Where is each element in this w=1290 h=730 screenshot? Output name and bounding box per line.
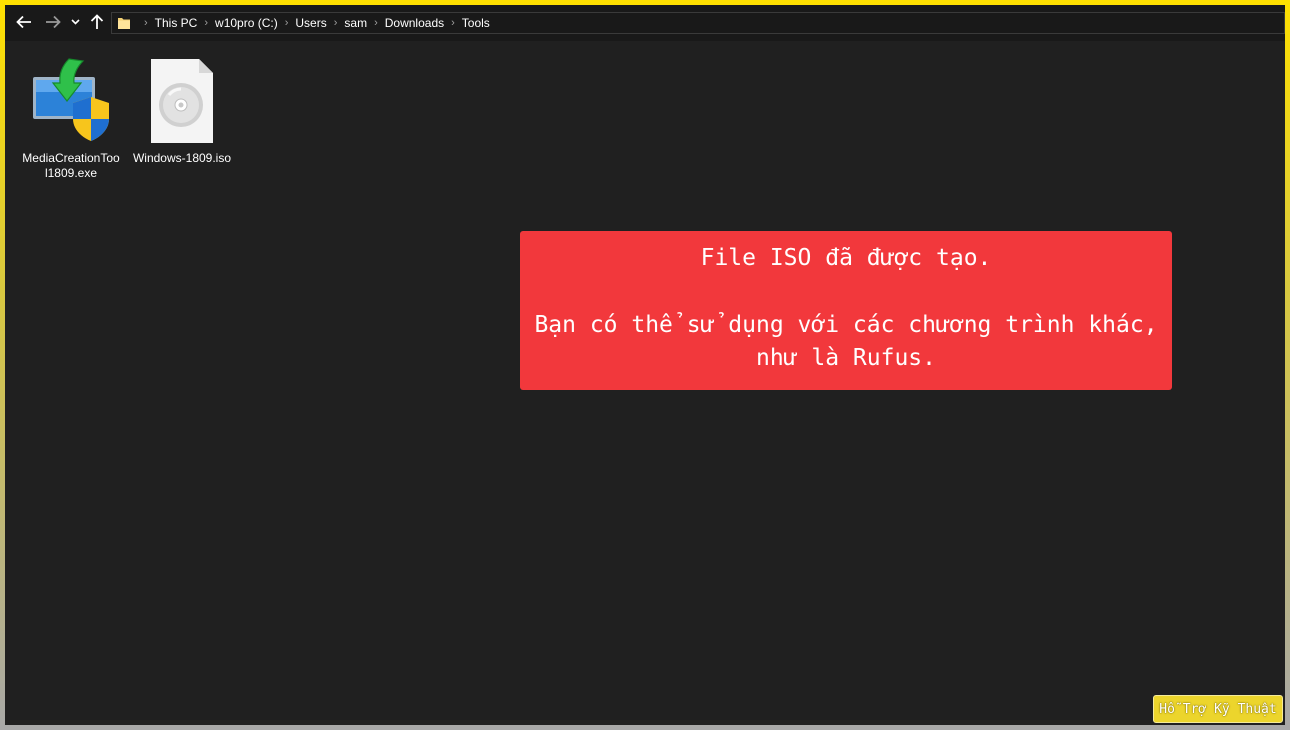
breadcrumb-downloads[interactable]: Downloads xyxy=(385,16,444,30)
address-bar[interactable]: › This PC › w10pro (C:) › Users › sam › … xyxy=(111,12,1285,34)
installer-shield-icon xyxy=(33,58,109,141)
notification-message-line2: như là Rufus. xyxy=(755,345,936,371)
up-button[interactable] xyxy=(86,11,108,33)
notification-banner: File ISO đã được tạo. Bạn có thể sử dụng… xyxy=(520,231,1172,390)
arrow-left-icon xyxy=(16,15,31,29)
file-name: MediaCreationTool1809.exe xyxy=(22,151,120,180)
chevron-down-icon xyxy=(70,19,80,25)
forward-button[interactable] xyxy=(42,11,64,33)
disc-image-icon xyxy=(151,59,213,143)
back-button[interactable] xyxy=(13,11,35,33)
watermark-badge: Hỗ Trợ Kỹ Thuật xyxy=(1153,695,1283,723)
chevron-right-icon: › xyxy=(144,17,148,29)
notification-message-line1: Bạn có thể sử dụng với các chương trình … xyxy=(534,312,1158,338)
chevron-right-icon[interactable]: › xyxy=(204,17,208,29)
file-item-windows-iso[interactable]: Windows-1809.iso xyxy=(132,55,232,166)
breadcrumb-tools[interactable]: Tools xyxy=(462,16,490,30)
file-name: Windows-1809.iso xyxy=(132,151,232,165)
chevron-right-icon[interactable]: › xyxy=(334,17,338,29)
breadcrumb-users[interactable]: Users xyxy=(295,16,326,30)
chevron-right-icon[interactable]: › xyxy=(374,17,378,29)
file-explorer-window: › This PC › w10pro (C:) › Users › sam › … xyxy=(5,5,1285,725)
chevron-right-icon[interactable]: › xyxy=(285,17,289,29)
arrow-up-icon xyxy=(90,14,104,29)
breadcrumb-sam[interactable]: sam xyxy=(344,16,367,30)
arrow-right-icon xyxy=(46,15,61,29)
notification-title: File ISO đã được tạo. xyxy=(700,245,992,271)
navigation-bar: › This PC › w10pro (C:) › Users › sam › … xyxy=(5,5,1285,41)
file-list-area[interactable]: MediaCreationTool1809.exe Windows-1809.i… xyxy=(5,41,1285,725)
recent-locations-button[interactable] xyxy=(68,11,82,33)
file-item-mediacreationtool[interactable]: MediaCreationTool1809.exe xyxy=(21,55,121,181)
breadcrumb-this-pc[interactable]: This PC xyxy=(155,16,198,30)
folder-icon xyxy=(118,18,130,29)
breadcrumb-drive[interactable]: w10pro (C:) xyxy=(215,16,278,30)
chevron-right-icon[interactable]: › xyxy=(451,17,455,29)
